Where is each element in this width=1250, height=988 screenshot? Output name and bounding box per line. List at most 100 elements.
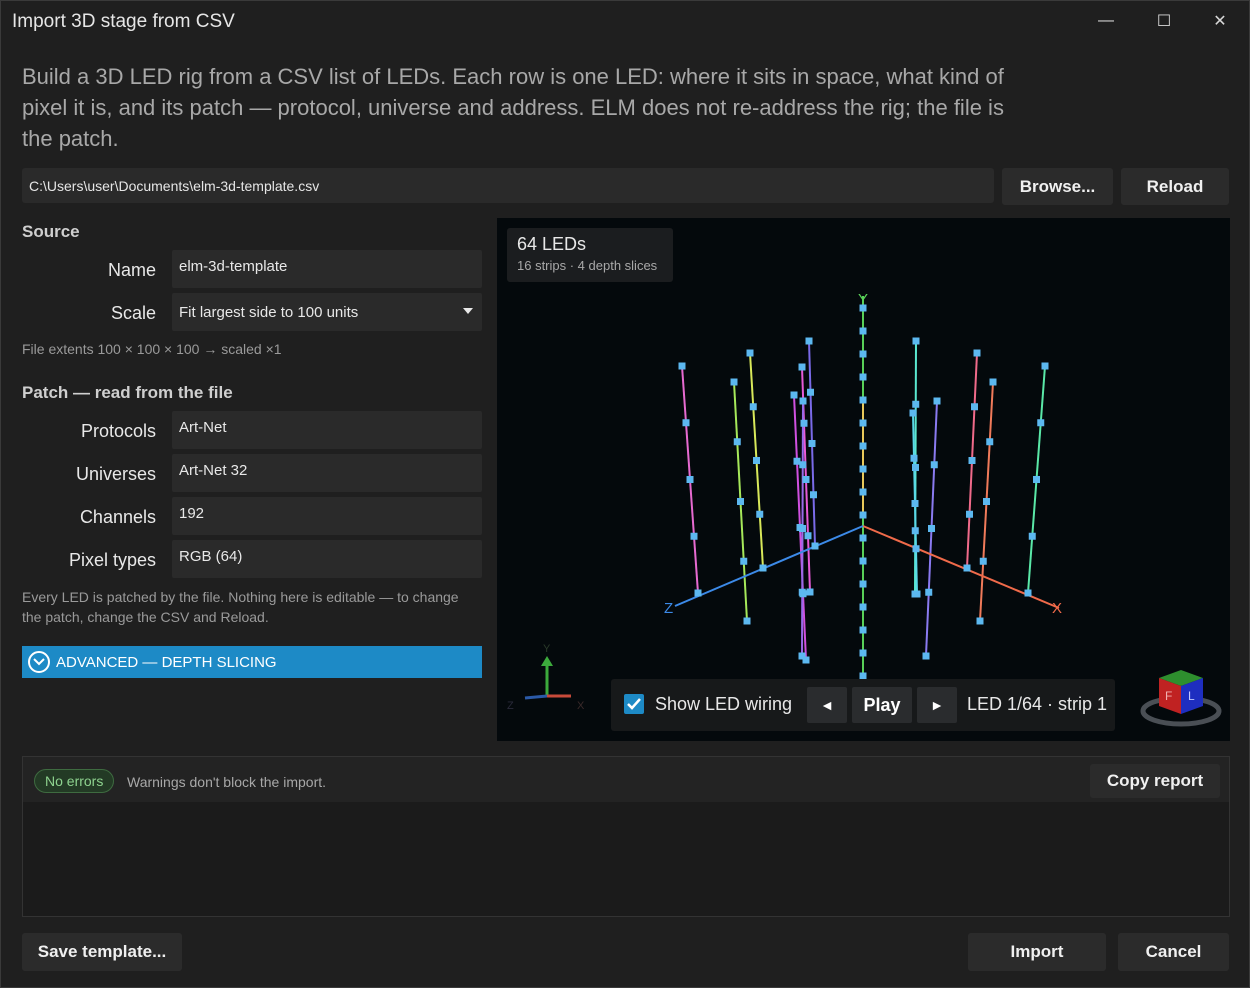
led-point xyxy=(986,438,994,446)
show-wiring-checkbox[interactable] xyxy=(624,694,644,714)
strip-detail: 16 strips · 4 depth slices xyxy=(517,258,658,273)
led-point xyxy=(806,588,814,596)
led-point xyxy=(912,337,920,345)
scale-select-value: Fit largest side to 100 units xyxy=(179,304,359,321)
advanced-label: ADVANCED — DEPTH SLICING xyxy=(56,653,277,671)
led-point xyxy=(802,476,810,483)
chevron-down-icon xyxy=(463,308,473,314)
import-button[interactable]: Import xyxy=(968,933,1106,971)
maximize-button[interactable]: ☐ xyxy=(1135,1,1193,41)
source-heading: Source xyxy=(22,222,80,241)
led-point xyxy=(859,442,867,450)
led-point xyxy=(928,525,935,532)
title-bar: Import 3D stage from CSV — ☐ ✕ xyxy=(1,1,1249,41)
led-point xyxy=(678,362,686,370)
led-stats-overlay: 64 LEDs 16 strips · 4 depth slices xyxy=(507,228,673,282)
led-point xyxy=(743,617,751,625)
led-point xyxy=(808,440,816,447)
patch-heading: Patch — read from the file xyxy=(22,383,233,402)
protocols-label: Protocols xyxy=(80,421,156,441)
led-point xyxy=(798,363,806,371)
y-axis-label: Y xyxy=(858,291,868,308)
led-point xyxy=(925,588,933,596)
pixel-types-label: Pixel types xyxy=(68,550,156,570)
led-point xyxy=(859,465,867,473)
channels-field: 192 xyxy=(172,497,482,535)
led-point xyxy=(979,557,987,565)
axis-gizmo: Y X Z xyxy=(507,643,585,712)
led-point xyxy=(740,557,748,565)
led-point xyxy=(859,649,867,657)
play-button[interactable]: Play xyxy=(852,687,912,723)
led-point xyxy=(966,510,973,518)
led-point xyxy=(859,488,867,496)
led-point xyxy=(930,461,938,469)
led-point xyxy=(759,564,767,572)
file-extents-text: File extents 100 × 100 × 100 → scaled ×1 xyxy=(22,341,282,357)
led-point xyxy=(798,652,806,660)
led-point xyxy=(790,391,798,399)
led-point xyxy=(737,498,744,505)
gizmo-z-label: Z xyxy=(507,700,514,712)
browse-button[interactable]: Browse... xyxy=(1002,168,1113,205)
advanced-depth-slicing-expander[interactable]: ADVANCED — DEPTH SLICING xyxy=(22,646,482,678)
led-point xyxy=(911,527,919,535)
led-point xyxy=(989,378,997,386)
led-point xyxy=(859,626,867,634)
led-point xyxy=(1024,589,1032,597)
led-point xyxy=(859,327,867,335)
led-point xyxy=(800,419,808,427)
cancel-button[interactable]: Cancel xyxy=(1118,933,1229,971)
led-point xyxy=(799,397,807,405)
led-point xyxy=(983,498,990,505)
cube-left-label: L xyxy=(1188,689,1195,703)
prev-led-button[interactable]: ◄ xyxy=(807,687,847,723)
scale-select[interactable]: Fit largest side to 100 units xyxy=(172,293,482,331)
led-point xyxy=(807,388,814,396)
led-point xyxy=(910,454,918,462)
close-button[interactable]: ✕ xyxy=(1191,1,1249,41)
validation-report: No errors Warnings don't block the impor… xyxy=(22,756,1230,917)
universes-label: Universes xyxy=(75,464,156,484)
led-position-status: LED 1/64 · strip 1 xyxy=(967,694,1108,714)
led-point xyxy=(909,409,917,417)
scale-label: Scale xyxy=(110,303,156,323)
universes-field: Art-Net 32 xyxy=(172,454,482,492)
led-point xyxy=(933,397,941,405)
led-point xyxy=(799,525,806,532)
3d-viewport[interactable]: X Y Z Y X Z F L 64 LEDs 16 strips · 4 de… xyxy=(497,218,1230,741)
led-point xyxy=(749,403,757,411)
x-axis-label: X xyxy=(1052,600,1062,617)
led-point xyxy=(811,542,819,550)
file-path-input[interactable]: C:\Users\user\Documents\elm-3d-template.… xyxy=(22,168,994,203)
z-axis-line xyxy=(674,525,864,607)
led-point xyxy=(746,349,754,357)
view-cube[interactable]: F L xyxy=(1140,670,1222,727)
copy-report-button[interactable]: Copy report xyxy=(1090,764,1220,798)
led-point xyxy=(859,511,867,519)
name-input[interactable]: elm-3d-template xyxy=(172,250,482,288)
led-point xyxy=(859,580,867,588)
reload-button[interactable]: Reload xyxy=(1121,168,1229,205)
minimize-button[interactable]: — xyxy=(1077,1,1135,41)
patch-note: Every LED is patched by the file. Nothin… xyxy=(22,589,459,625)
show-wiring-label: Show LED wiring xyxy=(655,694,793,714)
led-point xyxy=(976,617,984,625)
led-point xyxy=(912,400,920,408)
led-point xyxy=(912,464,919,471)
save-template-button[interactable]: Save template... xyxy=(22,933,182,971)
led-point xyxy=(1028,532,1036,540)
channels-label: Channels xyxy=(79,507,156,527)
led-point xyxy=(912,545,920,553)
gizmo-x-label: X xyxy=(577,700,585,712)
led-point xyxy=(859,419,867,427)
protocols-field: Art-Net xyxy=(172,411,482,449)
led-point xyxy=(971,403,978,411)
led-count: 64 LEDs xyxy=(517,234,587,254)
next-led-button[interactable]: ► xyxy=(917,687,957,723)
led-point xyxy=(859,373,867,381)
gizmo-y-label: Y xyxy=(543,643,551,655)
led-point xyxy=(799,461,807,469)
cube-front-label: F xyxy=(1165,689,1172,703)
led-point xyxy=(804,532,812,540)
